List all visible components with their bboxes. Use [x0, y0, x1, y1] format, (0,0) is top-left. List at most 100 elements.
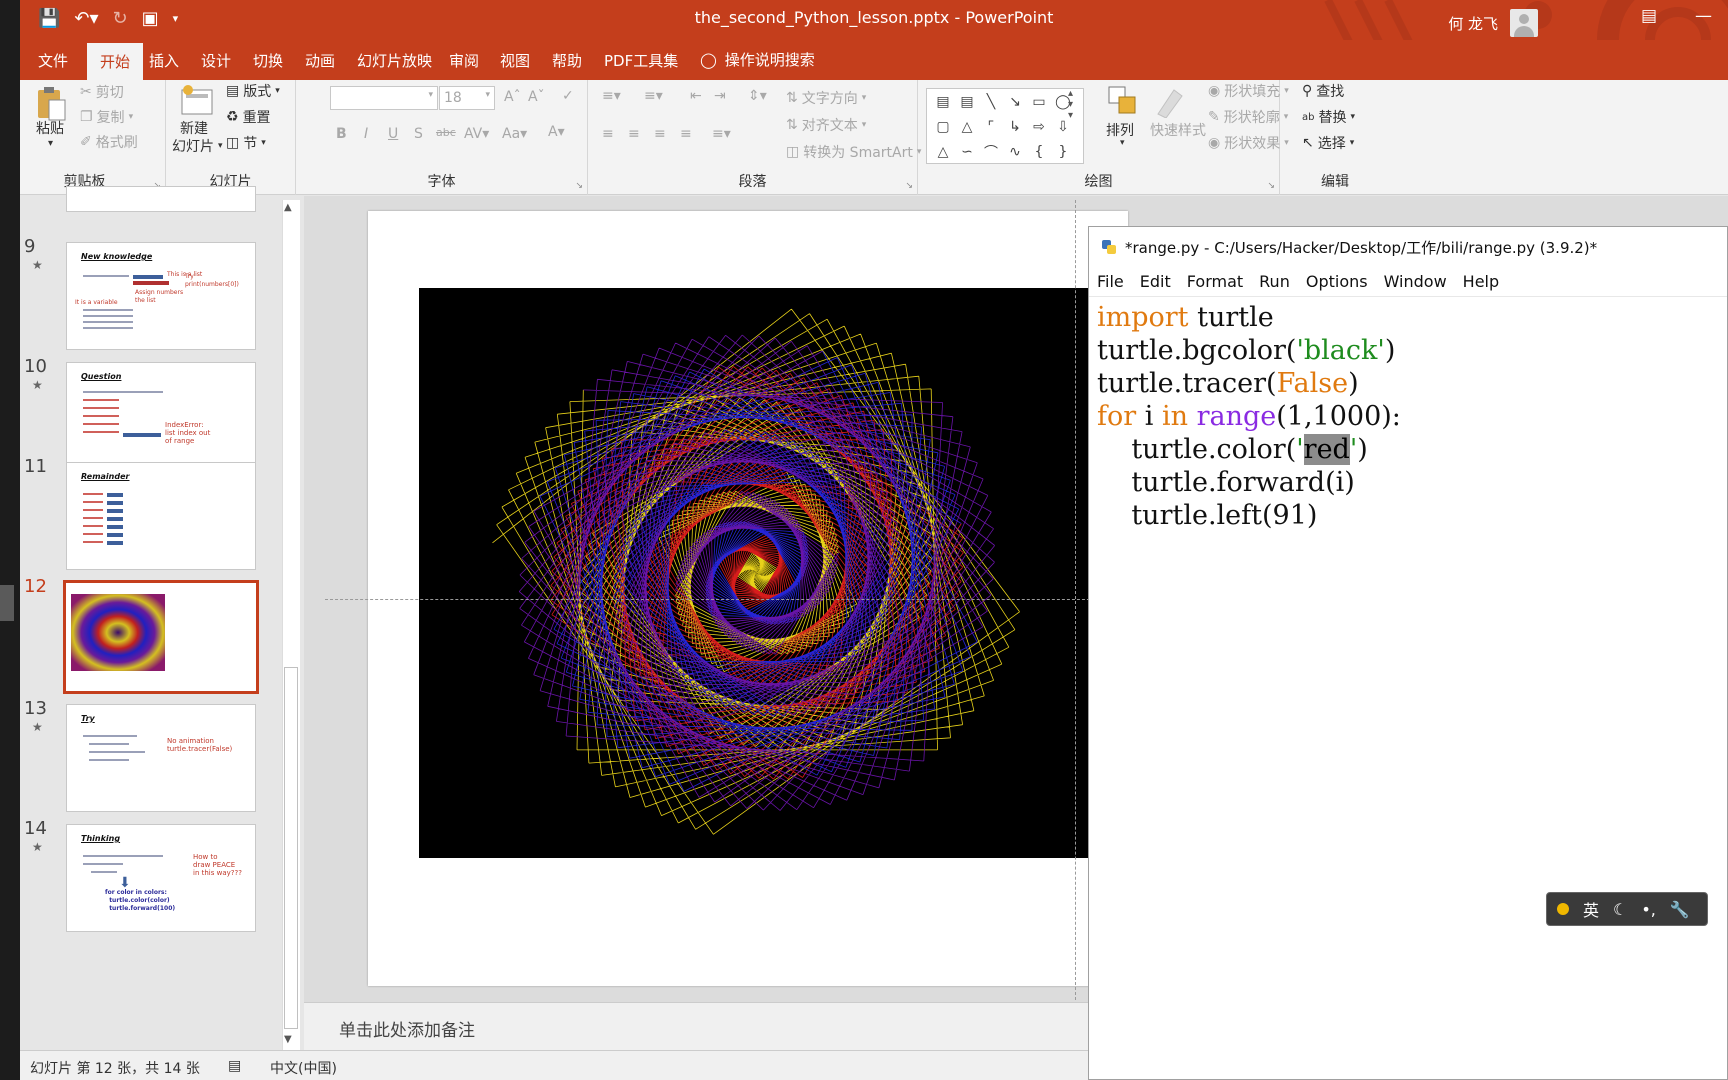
line-spacing-button[interactable]: ⇕▾	[748, 88, 767, 104]
menu-file[interactable]: File	[1097, 272, 1124, 291]
ime-language[interactable]: 英	[1583, 897, 1599, 921]
numbering-button[interactable]: ≡▾	[644, 88, 663, 104]
align-left-button[interactable]: ≡	[602, 126, 614, 142]
new-slide-line1[interactable]: 新建	[180, 118, 208, 138]
slide-thumb-8-partial[interactable]	[66, 186, 256, 212]
copy-button[interactable]: ❐ 复制 ▾	[80, 107, 133, 127]
columns-button[interactable]: ≡▾	[712, 126, 731, 142]
bullets-button[interactable]: ≡▾	[602, 88, 621, 104]
code-editor[interactable]: import turtle turtle.bgcolor('black') turt…	[1097, 301, 1401, 532]
increase-indent-button[interactable]: ⇥	[714, 88, 726, 104]
align-right-button[interactable]: ≡	[654, 126, 666, 142]
italic-button[interactable]: I	[364, 126, 368, 142]
new-slide-icon[interactable]	[180, 84, 213, 120]
slide-thumb-10[interactable]: Question IndexError: list index out of ran…	[66, 362, 256, 470]
bold-button[interactable]: B	[336, 126, 347, 142]
arrange-icon[interactable]	[1106, 84, 1138, 120]
cut-button[interactable]: ✂ 剪切	[80, 82, 124, 102]
layout-button[interactable]: ▤ 版式 ▾	[226, 81, 280, 101]
menu-window[interactable]: Window	[1384, 272, 1447, 291]
tab-insert[interactable]: 插入	[149, 50, 179, 71]
font-launcher-icon[interactable]: ↘	[575, 181, 583, 191]
menu-options[interactable]: Options	[1306, 272, 1368, 291]
justify-button[interactable]: ≡	[680, 126, 692, 142]
shape-outline-button[interactable]: ✎ 形状轮廓 ▾	[1208, 107, 1288, 127]
paste-dropdown-icon[interactable]: ▾	[48, 138, 53, 149]
menu-format[interactable]: Format	[1187, 272, 1243, 291]
font-color-button[interactable]: A▾	[548, 124, 565, 140]
shapes-gallery[interactable]: ▤ ▤ ╲ ↘ ▭ ◯ ▢ △ ⌜ ↳ ⇨ ⇩ △ ∽ ⌒ ∿{}	[926, 88, 1084, 164]
font-size-combo[interactable]: 18 ▾	[439, 86, 495, 110]
find-button[interactable]: ⚲ 查找	[1302, 81, 1344, 101]
slide-number-11: 11	[24, 456, 47, 477]
ribbon-display-icon[interactable]: ▤	[1641, 6, 1657, 26]
punctuation-icon[interactable]: •,	[1641, 900, 1656, 919]
scroll-down-icon[interactable]: ▼	[284, 1034, 292, 1045]
align-center-button[interactable]: ≡	[628, 126, 640, 142]
drawing-launcher-icon[interactable]: ↘	[1267, 181, 1275, 191]
title-bar: 💾 ↶▾ ↻ ▣ ▾ the_second_Python_lesson.pptx…	[20, 0, 1728, 40]
shape-fill-button[interactable]: ◉ 形状填充 ▾	[1208, 81, 1289, 101]
clear-format-icon[interactable]: ✓	[562, 88, 574, 104]
grow-font-icon[interactable]: Aˆ	[504, 89, 521, 105]
moon-icon[interactable]: ☾	[1613, 900, 1627, 919]
slide-thumb-11[interactable]: Remainder	[66, 462, 256, 570]
paste-button[interactable]: 粘贴	[36, 118, 64, 138]
select-button[interactable]: ↖ 选择 ▾	[1302, 133, 1354, 153]
paste-icon[interactable]	[36, 86, 68, 122]
spiral-image	[492, 308, 1020, 835]
avatar[interactable]	[1510, 9, 1538, 37]
reset-button[interactable]: ♻ 重置	[226, 107, 271, 127]
format-painter-button[interactable]: ✐ 格式刷	[80, 132, 138, 152]
align-text-button[interactable]: ⇅ 对齐文本 ▾	[786, 115, 866, 135]
minimize-icon[interactable]: —	[1695, 6, 1712, 26]
quick-styles-button[interactable]: 快速样式	[1150, 120, 1206, 140]
tab-home[interactable]: 开始	[87, 43, 144, 82]
slide-thumb-14[interactable]: Thinking How to draw PEACE in this way??? …	[66, 824, 256, 932]
menu-run[interactable]: Run	[1259, 272, 1290, 291]
font-name-combo[interactable]: ▾	[330, 86, 438, 110]
wrench-icon[interactable]: 🔧	[1670, 900, 1690, 919]
tab-animations[interactable]: 动画	[305, 50, 335, 71]
arrange-button[interactable]: 排列	[1106, 120, 1134, 140]
char-spacing-button[interactable]: AV▾	[464, 126, 489, 142]
tab-file[interactable]: 文件	[38, 50, 68, 71]
user-account[interactable]: 何 龙飞	[1448, 9, 1538, 37]
arrange-dropdown-icon[interactable]: ▾	[1120, 138, 1125, 148]
notes-pane[interactable]: 单击此处添加备注	[304, 1002, 1108, 1050]
quick-styles-icon[interactable]	[1154, 84, 1186, 120]
decrease-indent-button[interactable]: ⇤	[690, 88, 702, 104]
tab-pdf-tools[interactable]: PDF工具集	[604, 50, 678, 71]
language-indicator[interactable]: 中文(中国)	[270, 1058, 337, 1078]
spiral-picture[interactable]	[419, 288, 1095, 858]
scrollbar-thumb[interactable]	[284, 667, 298, 1029]
new-slide-line2[interactable]: 幻灯片 ▾	[172, 136, 223, 156]
change-case-button[interactable]: Aa▾	[502, 126, 527, 142]
tab-transitions[interactable]: 切换	[253, 50, 283, 71]
smartart-button[interactable]: ◫ 转换为 SmartArt ▾	[786, 142, 921, 162]
slide-thumb-13[interactable]: Try No animation turtle.tracer(False)	[66, 704, 256, 812]
menu-help[interactable]: Help	[1463, 272, 1499, 291]
shadow-button[interactable]: S	[414, 126, 423, 142]
scroll-up-icon[interactable]: ▲	[284, 202, 292, 213]
shapes-scroll-icon[interactable]: ▴ ▾ ▾	[1068, 88, 1073, 121]
slide-thumb-9[interactable]: New knowledge This is a list Try print(n…	[66, 242, 256, 350]
ime-toolbar[interactable]: 英 ☾ •, 🔧	[1546, 892, 1708, 926]
underline-button[interactable]: U	[388, 126, 398, 142]
tab-review[interactable]: 审阅	[449, 50, 479, 71]
tell-me-search[interactable]: ◯ 操作说明搜索	[700, 49, 815, 70]
slide-thumb-12[interactable]	[63, 580, 259, 694]
shape-effects-button[interactable]: ◉ 形状效果 ▾	[1208, 133, 1289, 153]
tab-help[interactable]: 帮助	[552, 50, 582, 71]
shrink-font-icon[interactable]: Aˇ	[528, 89, 545, 105]
replace-button[interactable]: ab 替换 ▾	[1302, 107, 1355, 127]
paragraph-launcher-icon[interactable]: ↘	[905, 181, 913, 191]
text-direction-button[interactable]: ⇅ 文字方向 ▾	[786, 88, 866, 108]
strikethrough-button[interactable]: abc	[436, 126, 456, 139]
notes-toggle-icon[interactable]: ▤	[228, 1058, 241, 1074]
tab-view[interactable]: 视图	[500, 50, 530, 71]
tab-design[interactable]: 设计	[201, 50, 231, 71]
tab-slideshow[interactable]: 幻灯片放映	[357, 50, 432, 71]
menu-edit[interactable]: Edit	[1140, 272, 1171, 291]
section-button[interactable]: ◫ 节 ▾	[226, 133, 266, 153]
